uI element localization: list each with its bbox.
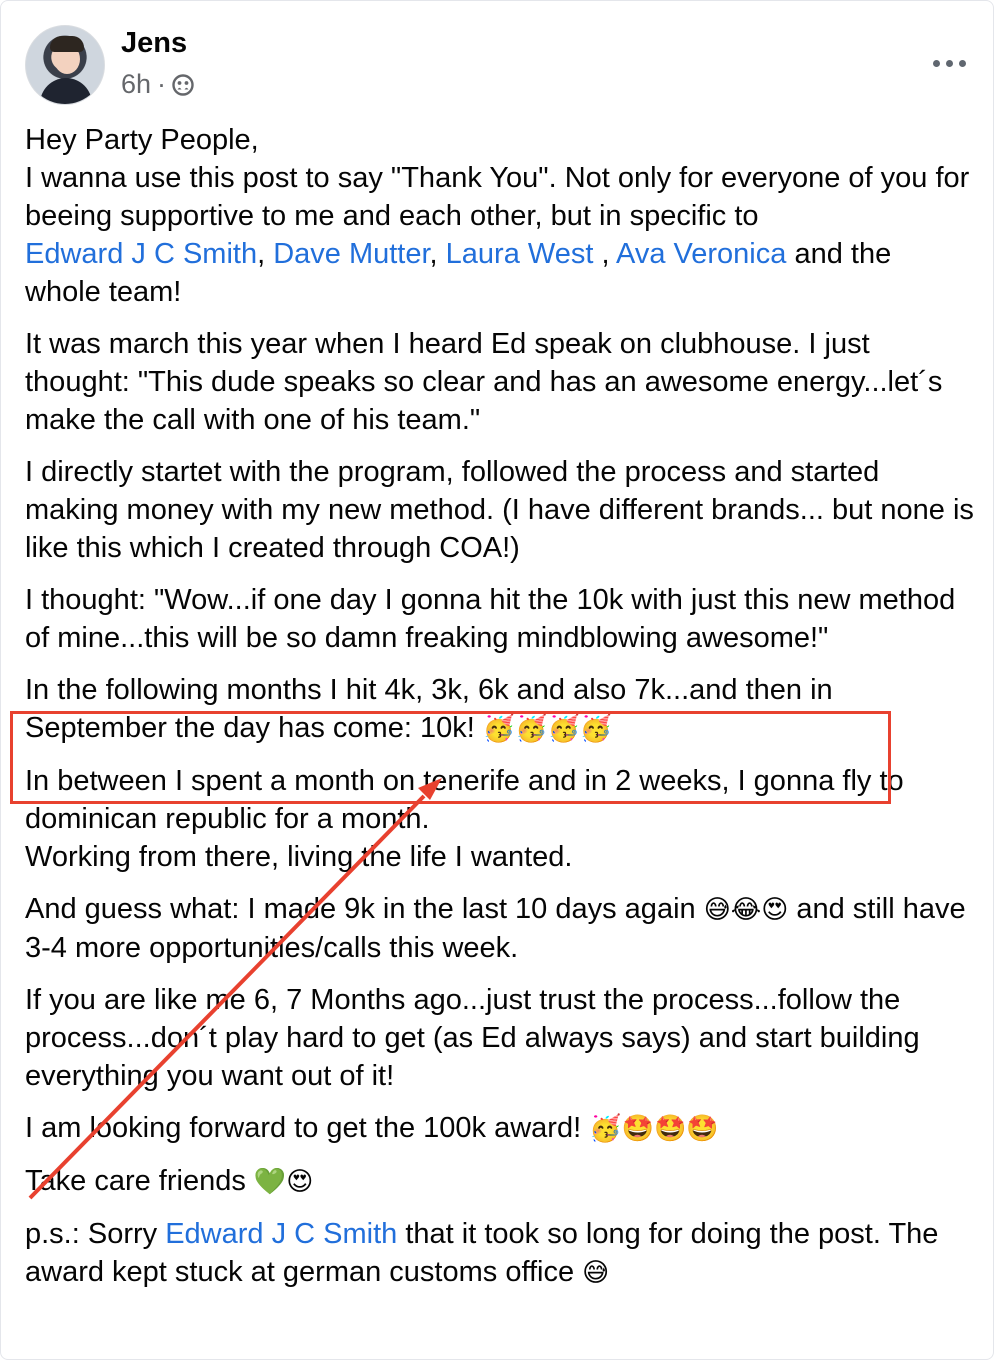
paragraph-10: Take care friends 💚😍 [25,1162,975,1201]
paragraph-7-text-a: And guess what: I made 9k in the last 10… [25,893,704,925]
paragraph-4: I thought: "Wow...if one day I gonna hit… [25,584,956,654]
meta-separator: · [157,69,167,99]
paragraph-7: And guess what: I made 9k in the last 10… [25,890,975,967]
mention-link-edward-ps[interactable]: Edward J C Smith [165,1218,397,1250]
avatar[interactable] [25,25,105,105]
paragraph-1-text: I wanna use this post to say "Thank You"… [25,162,970,232]
paragraph-6-line-2: Working from there, living the life I wa… [25,841,573,873]
mention-link-dave[interactable]: Dave Mutter [273,238,429,270]
separator-text: , [429,238,446,270]
post-timestamp[interactable]: 6h [121,69,151,100]
post-header: Jens 6h · [25,25,969,109]
mention-link-laura[interactable]: Laura West [446,238,594,270]
paragraph-8: If you are like me 6, 7 Months ago...jus… [25,984,920,1092]
heart-emoji-icon: 💚😍 [253,1167,314,1197]
sweat-smile-emoji-icon: 😅 [582,1258,610,1288]
laugh-emoji-icon: 😅😂😍 [703,895,789,925]
paragraph-9: I am looking forward to get the 100k awa… [25,1109,975,1148]
paragraph-11-text-a: p.s.: Sorry [25,1218,166,1250]
post-meta: 6h · [121,69,194,100]
paragraph-11: p.s.: Sorry Edward J C Smith that it too… [25,1215,975,1292]
greeting-text: Hey Party People, [25,124,259,156]
paragraph-1: Hey Party People, I wanna use this post … [25,121,975,311]
separator-text: , [257,238,274,270]
author-name[interactable]: Jens [121,27,187,60]
paragraph-3: I directly startet with the program, fol… [25,456,974,564]
paragraph-2: It was march this year when I heard Ed s… [25,328,943,436]
mention-link-ava[interactable]: Ava Veronica [616,238,786,270]
paragraph-10-text: Take care friends [25,1165,254,1197]
star-eyes-emoji-icon: 🥳🤩🤩🤩 [589,1114,719,1144]
mention-link-edward[interactable]: Edward J C Smith [25,238,257,270]
paragraph-9-text: I am looking forward to get the 100k awa… [25,1112,590,1144]
post-card: Jens 6h · Hey Party People, I wanna use … [0,0,994,1360]
annotation-highlight-box [10,711,891,804]
separator-text: , [593,238,617,270]
more-options-icon[interactable] [927,51,971,75]
friends-icon[interactable] [172,73,194,96]
